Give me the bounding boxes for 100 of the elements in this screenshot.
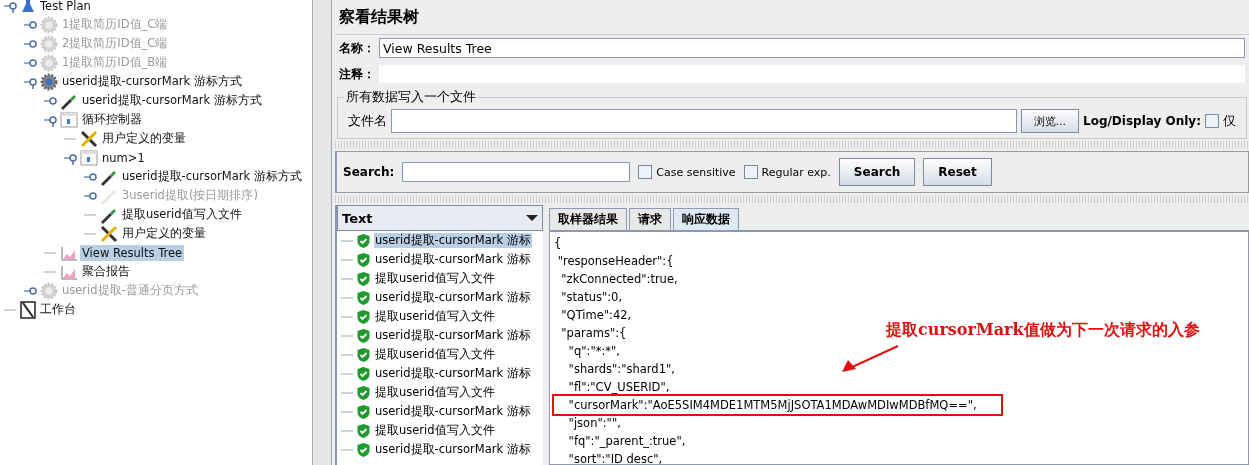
result-item[interactable]: userid提取-cursorMark 游标 (374, 252, 532, 267)
controller-icon (80, 149, 98, 166)
result-item[interactable]: userid提取-cursorMark 游标 (374, 233, 532, 248)
shield-check-icon (356, 365, 371, 382)
dropdown-caret-icon (526, 215, 538, 221)
renderer-dropdown[interactable]: Text (337, 205, 543, 231)
comment-label: 注释： (339, 65, 375, 83)
notebook-icon (20, 300, 36, 319)
controller-icon (60, 111, 78, 128)
checkbox-label: 仅 (1223, 112, 1236, 130)
response-line: "cursorMark":"AoE5SIM4MDE1MTM5MjJSOTA1MDAwMDIwMDBfMQ==", (554, 396, 1001, 414)
file-field[interactable] (391, 109, 1017, 133)
gear-icon (40, 53, 58, 72)
tree-line-icon (4, 308, 16, 311)
response-line: "status":0, (560, 289, 623, 306)
name-label: 名称： (339, 39, 375, 57)
response-line: "QTime":42, (560, 307, 632, 324)
shield-check-icon (356, 327, 371, 344)
result-item[interactable]: userid提取-cursorMark 游标 (374, 442, 532, 457)
result-item[interactable]: 提取userid值写入文件 (374, 385, 496, 400)
flask-icon (20, 0, 36, 14)
tree-line-icon (341, 334, 353, 337)
response-line: { (554, 235, 562, 252)
tree-item[interactable]: 循环控制器 (80, 111, 144, 128)
tab[interactable]: 响应数据 (673, 208, 739, 230)
tree-line-icon (341, 448, 353, 451)
tree-line-icon (44, 251, 56, 254)
tree-line-icon (341, 410, 353, 413)
tree-line-icon (64, 137, 76, 140)
shield-check-icon (356, 270, 371, 287)
checkbox-label: Case sensitive (656, 165, 736, 179)
response-line: "json":"", (567, 415, 621, 432)
search-button[interactable]: Search (838, 158, 916, 186)
result-item[interactable]: 提取userid值写入文件 (374, 271, 496, 286)
response-line: "sort":"ID desc", (567, 451, 663, 464)
shield-check-icon (356, 251, 371, 268)
tree-item[interactable]: 提取userid值写入文件 (120, 206, 244, 223)
gear-icon (40, 72, 58, 91)
result-item[interactable]: userid提取-cursorMark 游标 (374, 404, 532, 419)
result-item[interactable]: userid提取-cursorMark 游标 (374, 328, 532, 343)
tab[interactable]: 取样器结果 (549, 208, 627, 230)
name-field[interactable]: View Results Tree (379, 38, 1245, 58)
gear-icon (40, 15, 58, 34)
checkbox-label: Regular exp. (761, 165, 831, 179)
tree-item[interactable]: 用户定义的变量 (120, 225, 208, 242)
tree-item[interactable]: userid提取-cursorMark 游标方式 (120, 168, 304, 185)
shield-check-icon (356, 346, 371, 363)
result-item[interactable]: userid提取-cursorMark 游标 (374, 290, 532, 305)
result-item[interactable]: 提取userid值写入文件 (374, 347, 496, 362)
checkbox[interactable] (1205, 114, 1219, 128)
result-item[interactable]: userid提取-cursorMark 游标 (374, 366, 532, 381)
shield-check-icon (356, 308, 371, 325)
tree-line-icon (341, 315, 353, 318)
tree-line-icon (341, 277, 353, 280)
response-line: "q":"*:*", (567, 343, 620, 360)
search-label: Search: (343, 165, 395, 179)
checkbox[interactable] (743, 165, 758, 179)
tree-item[interactable]: Test Plan (38, 0, 93, 14)
tree-item[interactable]: num>1 (100, 149, 147, 166)
shield-check-icon (356, 422, 371, 439)
tools-icon (100, 224, 118, 243)
file-label: 文件名 (348, 112, 387, 130)
log-label: Log/Display Only: (1083, 114, 1201, 128)
response-line: "responseHeader":{ (556, 253, 674, 270)
tree-line-icon (84, 232, 96, 235)
response-line: "fq":"_parent_:true", (567, 433, 686, 450)
tree-line-icon (44, 270, 56, 273)
response-line: "shards":"shard1", (567, 361, 675, 378)
shield-check-icon (356, 289, 371, 306)
shield-check-icon (356, 232, 371, 249)
tree-line-icon (341, 429, 353, 432)
browse-button[interactable]: 浏览... (1020, 109, 1079, 133)
tree-item[interactable]: userid提取-cursorMark 游标方式 (60, 73, 244, 90)
checkbox[interactable] (638, 165, 653, 179)
shield-check-icon (356, 441, 371, 458)
tree-line-icon (341, 372, 353, 375)
response-line: "fl":"CV_USERID", (567, 379, 670, 396)
result-item[interactable]: 提取userid值写入文件 (374, 309, 496, 324)
tree-line-icon (84, 213, 96, 216)
shield-check-icon (356, 403, 371, 420)
shield-check-icon (356, 384, 371, 401)
tab[interactable]: 请求 (629, 208, 671, 230)
tree-item[interactable]: 工作台 (38, 301, 78, 318)
arrow-icon (840, 344, 900, 374)
tree-line-icon (341, 239, 353, 242)
annotation-text: 提取cursorMark值做为下一次请求的入参 (886, 320, 1200, 341)
panel-title: 察看结果树 (335, 0, 1249, 35)
tree-line-icon (341, 353, 353, 356)
response-line: "params":{ (560, 325, 627, 342)
tools-icon (80, 129, 98, 148)
tree-item[interactable]: View Results Tree (80, 244, 185, 261)
tree-item[interactable]: 聚合报告 (80, 263, 132, 280)
result-item[interactable]: 提取userid值写入文件 (374, 423, 496, 438)
search-field[interactable] (402, 162, 631, 182)
tree-item[interactable]: userid提取-cursorMark 游标方式 (80, 92, 264, 109)
expanded-icon[interactable] (4, 0, 18, 13)
tree-line-icon (341, 258, 353, 261)
gear-icon (40, 34, 58, 53)
tree-item[interactable]: 用户定义的变量 (100, 130, 188, 147)
reset-button[interactable]: Reset (923, 158, 992, 186)
